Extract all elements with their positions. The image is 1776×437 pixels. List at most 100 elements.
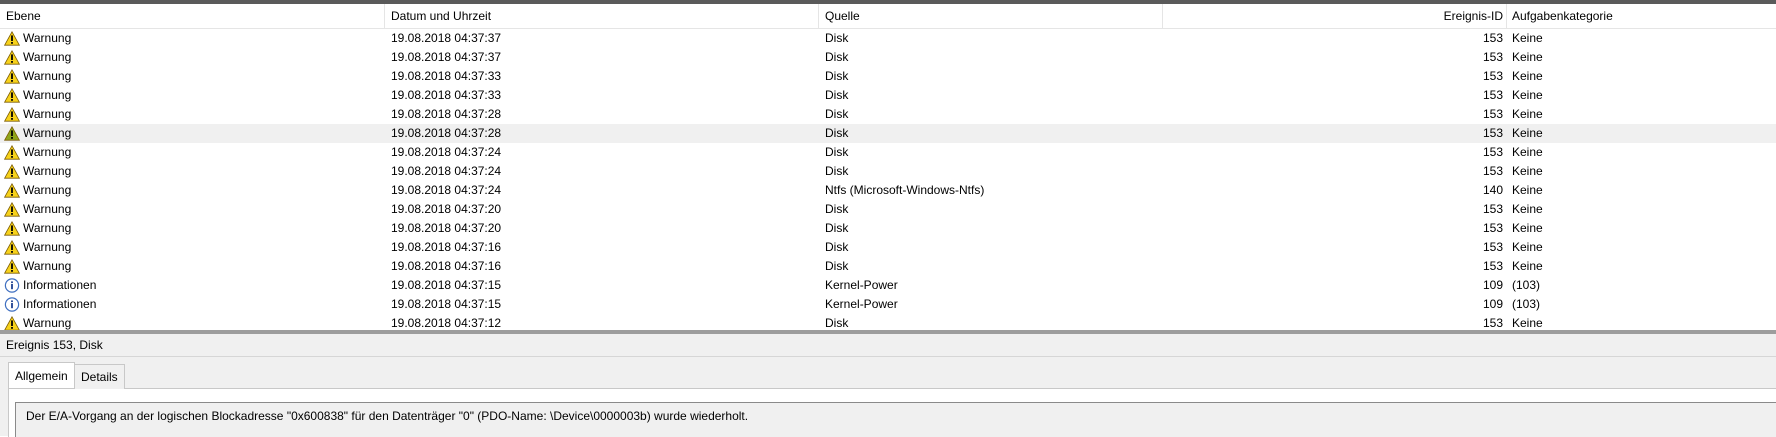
cell-event-id: 140 [1482,183,1503,197]
warning-icon [3,163,21,179]
cell-level: Warnung [3,29,384,48]
warning-icon [3,258,21,274]
warning-icon [3,49,21,65]
cell-datetime: 19.08.2018 04:37:37 [391,31,502,45]
info-icon [4,278,20,293]
cell-task-category: Keine [1512,126,1543,140]
table-row[interactable]: Warnung 19.08.2018 04:37:16 Disk 153 Keine [0,257,1776,276]
level-text: Warnung [23,164,72,178]
cell-datetime: 19.08.2018 04:37:28 [391,126,502,140]
table-row[interactable]: Warnung 19.08.2018 04:37:37 Disk 153 Keine [0,29,1776,48]
column-separator[interactable] [384,4,385,28]
table-row[interactable]: Warnung 19.08.2018 04:37:24 Disk 153 Keine [0,143,1776,162]
warning-icon [3,30,21,46]
column-header-event-id[interactable]: Ereignis-ID [1160,4,1503,28]
cell-source: Disk [825,221,849,235]
column-header-datetime[interactable]: Datum und Uhrzeit [391,4,491,28]
cell-datetime: 19.08.2018 04:37:20 [391,202,502,216]
cell-datetime: 19.08.2018 04:37:15 [391,278,502,292]
cell-source: Disk [825,202,849,216]
cell-task-category: Keine [1512,202,1543,216]
cell-source: Disk [825,240,849,254]
table-row[interactable]: Informationen 19.08.2018 04:37:15 Kernel-P… [0,276,1776,295]
level-text: Warnung [23,69,72,83]
warning-icon [4,315,20,330]
cell-event-id: 153 [1482,50,1503,64]
column-header-source[interactable]: Quelle [825,4,860,28]
cell-level: Warnung [3,143,384,162]
table-row[interactable]: Warnung 19.08.2018 04:37:20 Disk 153 Keine [0,219,1776,238]
cell-datetime: 19.08.2018 04:37:33 [391,69,502,83]
tab-details[interactable]: Details [74,364,125,389]
table-row[interactable]: Warnung 19.08.2018 04:37:20 Disk 153 Keine [0,200,1776,219]
warning-icon [3,201,21,217]
column-header-level[interactable]: Ebene [6,4,41,28]
cell-event-id: 153 [1482,88,1503,102]
column-separator[interactable] [818,4,819,28]
cell-datetime: 19.08.2018 04:37:24 [391,183,502,197]
table-row[interactable]: Warnung 19.08.2018 04:37:28 Disk 153 Keine [0,105,1776,124]
cell-datetime: 19.08.2018 04:37:16 [391,259,502,273]
cell-task-category: Keine [1512,145,1543,159]
table-row[interactable]: Warnung 19.08.2018 04:37:12 Disk 153 Keine [0,314,1776,330]
cell-level: Warnung [3,124,384,143]
cell-datetime: 19.08.2018 04:37:24 [391,164,502,178]
cell-event-id: 153 [1482,107,1503,121]
level-text: Warnung [23,31,72,45]
cell-source: Disk [825,316,849,330]
column-header-task-category[interactable]: Aufgabenkategorie [1512,4,1613,28]
cell-datetime: 19.08.2018 04:37:12 [391,316,502,330]
cell-level: Warnung [3,181,384,200]
table-row[interactable]: Informationen 19.08.2018 04:37:15 Kernel-P… [0,295,1776,314]
event-title: Ereignis 153, Disk [6,338,103,352]
cell-level: Informationen [4,276,384,295]
cell-event-id: 153 [1482,221,1503,235]
cell-event-id: 153 [1482,316,1503,330]
level-text: Warnung [23,183,72,197]
tab-general[interactable]: Allgemein [8,362,75,388]
cell-event-id: 109 [1482,297,1503,311]
table-row[interactable]: Warnung 19.08.2018 04:37:24 Ntfs (Microsof… [0,181,1776,200]
cell-datetime: 19.08.2018 04:37:24 [391,145,502,159]
cell-task-category: Keine [1512,164,1543,178]
table-row[interactable]: Warnung 19.08.2018 04:37:33 Disk 153 Keine [0,67,1776,86]
event-table[interactable]: Ebene Datum und Uhrzeit Quelle Ereignis-… [0,4,1776,330]
cell-source: Ntfs (Microsoft-Windows-Ntfs) [825,183,985,197]
cell-event-id: 153 [1482,145,1503,159]
cell-task-category: Keine [1512,221,1543,235]
table-row[interactable]: Warnung 19.08.2018 04:37:24 Disk 153 Keine [0,162,1776,181]
cell-level: Warnung [3,48,384,67]
cell-task-category: Keine [1512,259,1543,273]
table-row[interactable]: Warnung 19.08.2018 04:37:33 Disk 153 Keine [0,86,1776,105]
cell-event-id: 153 [1482,164,1503,178]
table-body: Warnung 19.08.2018 04:37:37 Disk 153 Keine Wa… [0,29,1776,330]
level-text: Informationen [23,278,97,292]
warning-icon [3,144,21,160]
cell-source: Disk [825,50,849,64]
warning-icon [3,125,21,141]
cell-datetime: 19.08.2018 04:37:28 [391,107,502,121]
warning-icon [3,68,21,84]
table-row[interactable]: Warnung 19.08.2018 04:37:28 Disk 153 Keine [0,124,1776,143]
table-row[interactable]: Warnung 19.08.2018 04:37:37 Disk 153 Keine [0,48,1776,67]
cell-task-category: Keine [1512,240,1543,254]
info-icon [4,297,20,312]
warning-icon [3,239,21,255]
cell-event-id: 153 [1482,259,1503,273]
table-row[interactable]: Warnung 19.08.2018 04:37:16 Disk 153 Keine [0,238,1776,257]
cell-task-category: Keine [1512,88,1543,102]
cell-level: Warnung [3,67,384,86]
column-separator[interactable] [1506,4,1507,28]
warning-icon [3,220,21,236]
cell-source: Disk [825,259,849,273]
cell-task-category: Keine [1512,316,1543,330]
level-text: Warnung [23,221,72,235]
event-description-box[interactable]: Der E/A-Vorgang an der logischen Blockad… [15,402,1776,437]
cell-level: Warnung [3,200,384,219]
cell-event-id: 153 [1482,31,1503,45]
cell-level: Warnung [3,219,384,238]
cell-datetime: 19.08.2018 04:37:37 [391,50,502,64]
warning-icon [3,182,21,198]
level-text: Warnung [23,107,72,121]
level-text: Warnung [23,259,72,273]
